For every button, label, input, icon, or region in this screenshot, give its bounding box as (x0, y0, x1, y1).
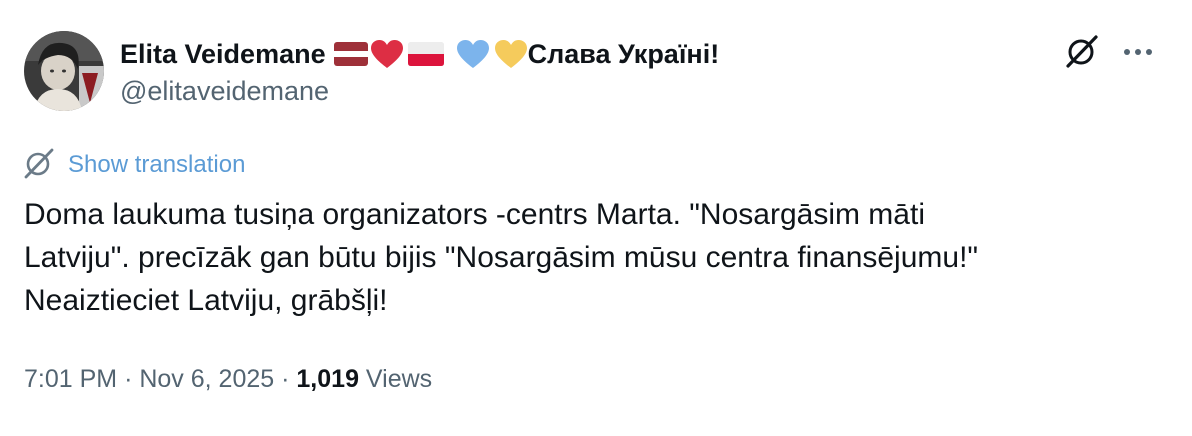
more-options-button[interactable] (1118, 33, 1158, 73)
blue-heart-icon (456, 39, 490, 69)
tweet-card: Elita Veidemane Слава Україні! @elitavei… (0, 0, 1192, 436)
latvia-flag-icon (333, 41, 368, 67)
poland-flag-icon (407, 41, 444, 67)
tweet-date[interactable]: Nov 6, 2025 (139, 365, 274, 393)
avatar[interactable] (24, 31, 104, 111)
tweet-text: Doma laukuma tusiņa organizators -centrs… (24, 193, 1164, 322)
show-translation-label: Show translation (68, 151, 246, 178)
meta-separator: · (124, 365, 133, 393)
views-label[interactable]: Views (366, 365, 432, 393)
grok-icon (1064, 33, 1100, 74)
tweet-time[interactable]: 7:01 PM (24, 365, 117, 393)
red-heart-icon (370, 39, 404, 69)
author-display-name[interactable]: Elita Veidemane (120, 39, 326, 70)
show-translation-button[interactable]: Show translation (22, 147, 245, 183)
translate-icon (22, 146, 56, 185)
tweet-text-line: Doma laukuma tusiņa organizators -centrs… (24, 198, 925, 231)
views-count[interactable]: 1,019 (296, 365, 359, 393)
tweet-text-line: Latviju". precīzāk gan būtu bijis "Nosar… (24, 241, 979, 274)
tweet-text-line: Neaiztieciet Latviju, grābšļi! (24, 284, 388, 317)
more-options-icon (1122, 44, 1154, 62)
meta-separator: · (281, 365, 290, 393)
grok-button[interactable] (1062, 33, 1102, 73)
author-handle[interactable]: @elitaveidemane (120, 76, 329, 107)
author-name-row: Elita Veidemane Слава Україні! (120, 35, 719, 73)
author-name-suffix: Слава Україні! (527, 38, 720, 69)
yellow-heart-icon (494, 39, 528, 69)
tweet-meta: 7:01 PM · Nov 6, 2025 · 1,019 Views (24, 365, 432, 394)
